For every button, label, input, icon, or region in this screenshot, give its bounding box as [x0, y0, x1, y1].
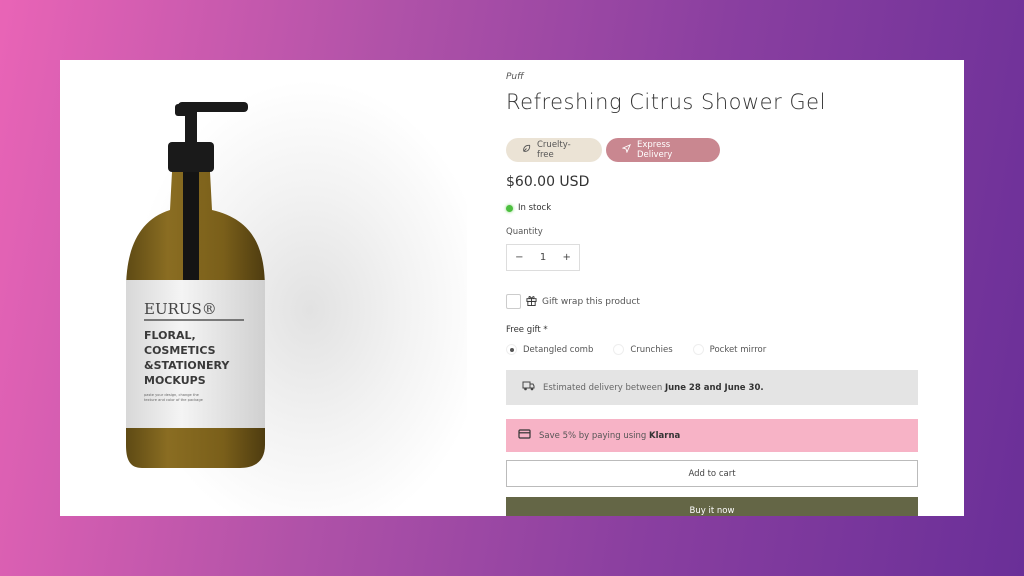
free-gift-options: Detangled comb Crunchies Pocket mirror: [506, 344, 766, 355]
radio-button[interactable]: [692, 344, 704, 355]
estimated-delivery-banner: Estimated delivery between June 28 and J…: [506, 370, 918, 405]
option-label: Pocket mirror: [709, 344, 767, 355]
badge-label: Cruelty-free: [537, 140, 571, 160]
free-gift-label: Free gift *: [506, 325, 548, 335]
add-to-cart-button[interactable]: Add to cart: [506, 460, 918, 487]
option-label: Detangled comb: [523, 344, 594, 355]
quantity-increase-button[interactable]: +: [562, 252, 570, 263]
label-small-text: paste your design, change the texture an…: [144, 393, 204, 402]
gift-icon: [526, 295, 537, 309]
gift-wrap-label[interactable]: Gift wrap this product: [542, 297, 640, 307]
gift-wrap-option: Gift wrap this product: [506, 294, 640, 309]
leaf-icon: [522, 144, 531, 156]
bottle-image: EURUS® FLORAL, COSMETICS &STATIONERY MOC…: [126, 102, 265, 468]
badge-label: Express Delivery: [637, 140, 673, 160]
quantity-decrease-button[interactable]: −: [515, 252, 523, 263]
badge-express-delivery: Express Delivery: [606, 138, 720, 162]
radio-button[interactable]: [613, 344, 625, 355]
quantity-label: Quantity: [506, 227, 543, 237]
send-icon: [621, 144, 631, 156]
product-title: Refreshing Citrus Shower Gel: [506, 90, 826, 114]
gift-wrap-checkbox[interactable]: [506, 294, 521, 309]
klarna-text: Save 5% by paying using Klarna: [539, 430, 681, 441]
free-gift-option-crunchies[interactable]: Crunchies: [613, 344, 673, 355]
product-image[interactable]: EURUS® FLORAL, COSMETICS &STATIONERY MOC…: [60, 60, 467, 516]
quantity-stepper: − 1 +: [506, 244, 580, 271]
klarna-banner: Save 5% by paying using Klarna: [506, 419, 918, 452]
product-vendor: Puff: [506, 72, 524, 82]
free-gift-option-pocket-mirror[interactable]: Pocket mirror: [692, 344, 767, 355]
free-gift-option-detangled-comb[interactable]: Detangled comb: [506, 344, 593, 355]
delivery-text: Estimated delivery between June 28 and J…: [543, 382, 764, 393]
buy-it-now-button[interactable]: Buy it now: [506, 497, 918, 516]
stock-label: In stock: [518, 203, 552, 213]
option-label: Crunchies: [630, 344, 673, 355]
label-brand: EURUS®: [144, 300, 217, 318]
stock-status: In stock: [506, 203, 551, 213]
in-stock-dot-icon: [506, 204, 513, 212]
truck-icon: [522, 381, 535, 394]
product-panel: EURUS® FLORAL, COSMETICS &STATIONERY MOC…: [60, 60, 964, 516]
product-price: $60.00 USD: [506, 174, 590, 190]
radio-button[interactable]: [506, 344, 517, 355]
product-badges: Cruelty-free Express Delivery: [506, 138, 720, 162]
credit-card-icon: [518, 429, 531, 442]
badge-cruelty-free: Cruelty-free: [506, 138, 602, 162]
quantity-input[interactable]: 1: [540, 252, 546, 263]
